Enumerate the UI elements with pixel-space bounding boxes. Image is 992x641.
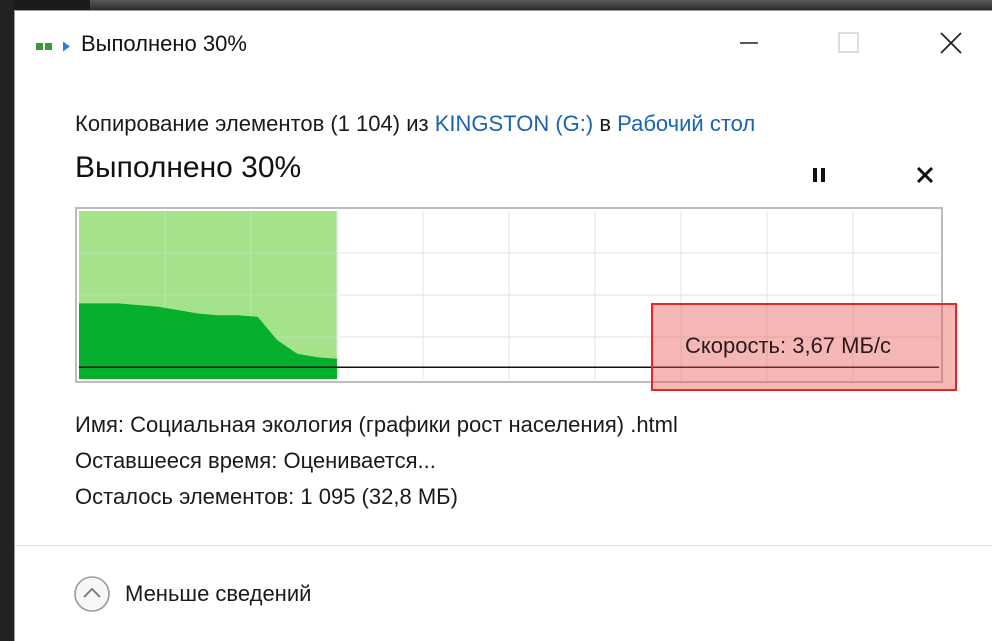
stop-button[interactable] [907,159,943,191]
footer-divider [15,545,992,546]
copy-progress-dialog: Выполнено 30% Копирование элементов (1 1… [14,10,992,641]
minimize-icon [740,42,758,44]
close-button[interactable] [927,21,975,65]
detail-time-value: Оценивается... [283,448,436,473]
window-title: Выполнено 30% [81,31,247,56]
detail-items-row: Осталось элементов: 1 095 (32,8 МБ) [75,479,678,515]
close-icon [940,32,962,54]
minimize-button[interactable] [725,21,773,65]
detail-items-label: Осталось элементов: [75,484,295,509]
copy-middle: в [599,111,612,136]
less-details-label: Меньше сведений [125,581,312,606]
pause-icon [813,168,825,182]
detail-name-row: Имя: Социальная экология (графики рост н… [75,407,678,443]
copy-description: Копирование элементов (1 104) из KINGSTO… [75,111,755,137]
destination-link[interactable]: Рабочий стол [617,111,755,136]
details-panel: Имя: Социальная экология (графики рост н… [75,407,678,515]
detail-items-value: 1 095 (32,8 МБ) [300,484,458,509]
chevron-up-circle-icon [74,576,110,612]
detail-name-value: Социальная экология (графики рост населе… [130,412,678,437]
desktop-background-top [90,0,992,10]
source-link[interactable]: KINGSTON (G:) [435,111,594,136]
title-bar[interactable]: Выполнено 30% [15,11,992,77]
progress-status: Выполнено 30% [75,151,302,184]
pause-button[interactable] [801,161,837,189]
detail-name-label: Имя: [75,412,124,437]
less-details-button[interactable]: Меньше сведений [73,575,311,613]
detail-time-label: Оставшееся время: [75,448,278,473]
detail-time-row: Оставшееся время: Оценивается... [75,443,678,479]
copy-prefix: Копирование элементов (1 104) из [75,111,429,136]
desktop-background-left [0,0,14,641]
maximize-icon [838,32,859,53]
maximize-button[interactable] [825,21,873,65]
copy-arrow-icon [36,41,70,52]
stop-icon [916,166,934,184]
speed-label: Скорость: 3,67 МБ/с [685,333,892,358]
